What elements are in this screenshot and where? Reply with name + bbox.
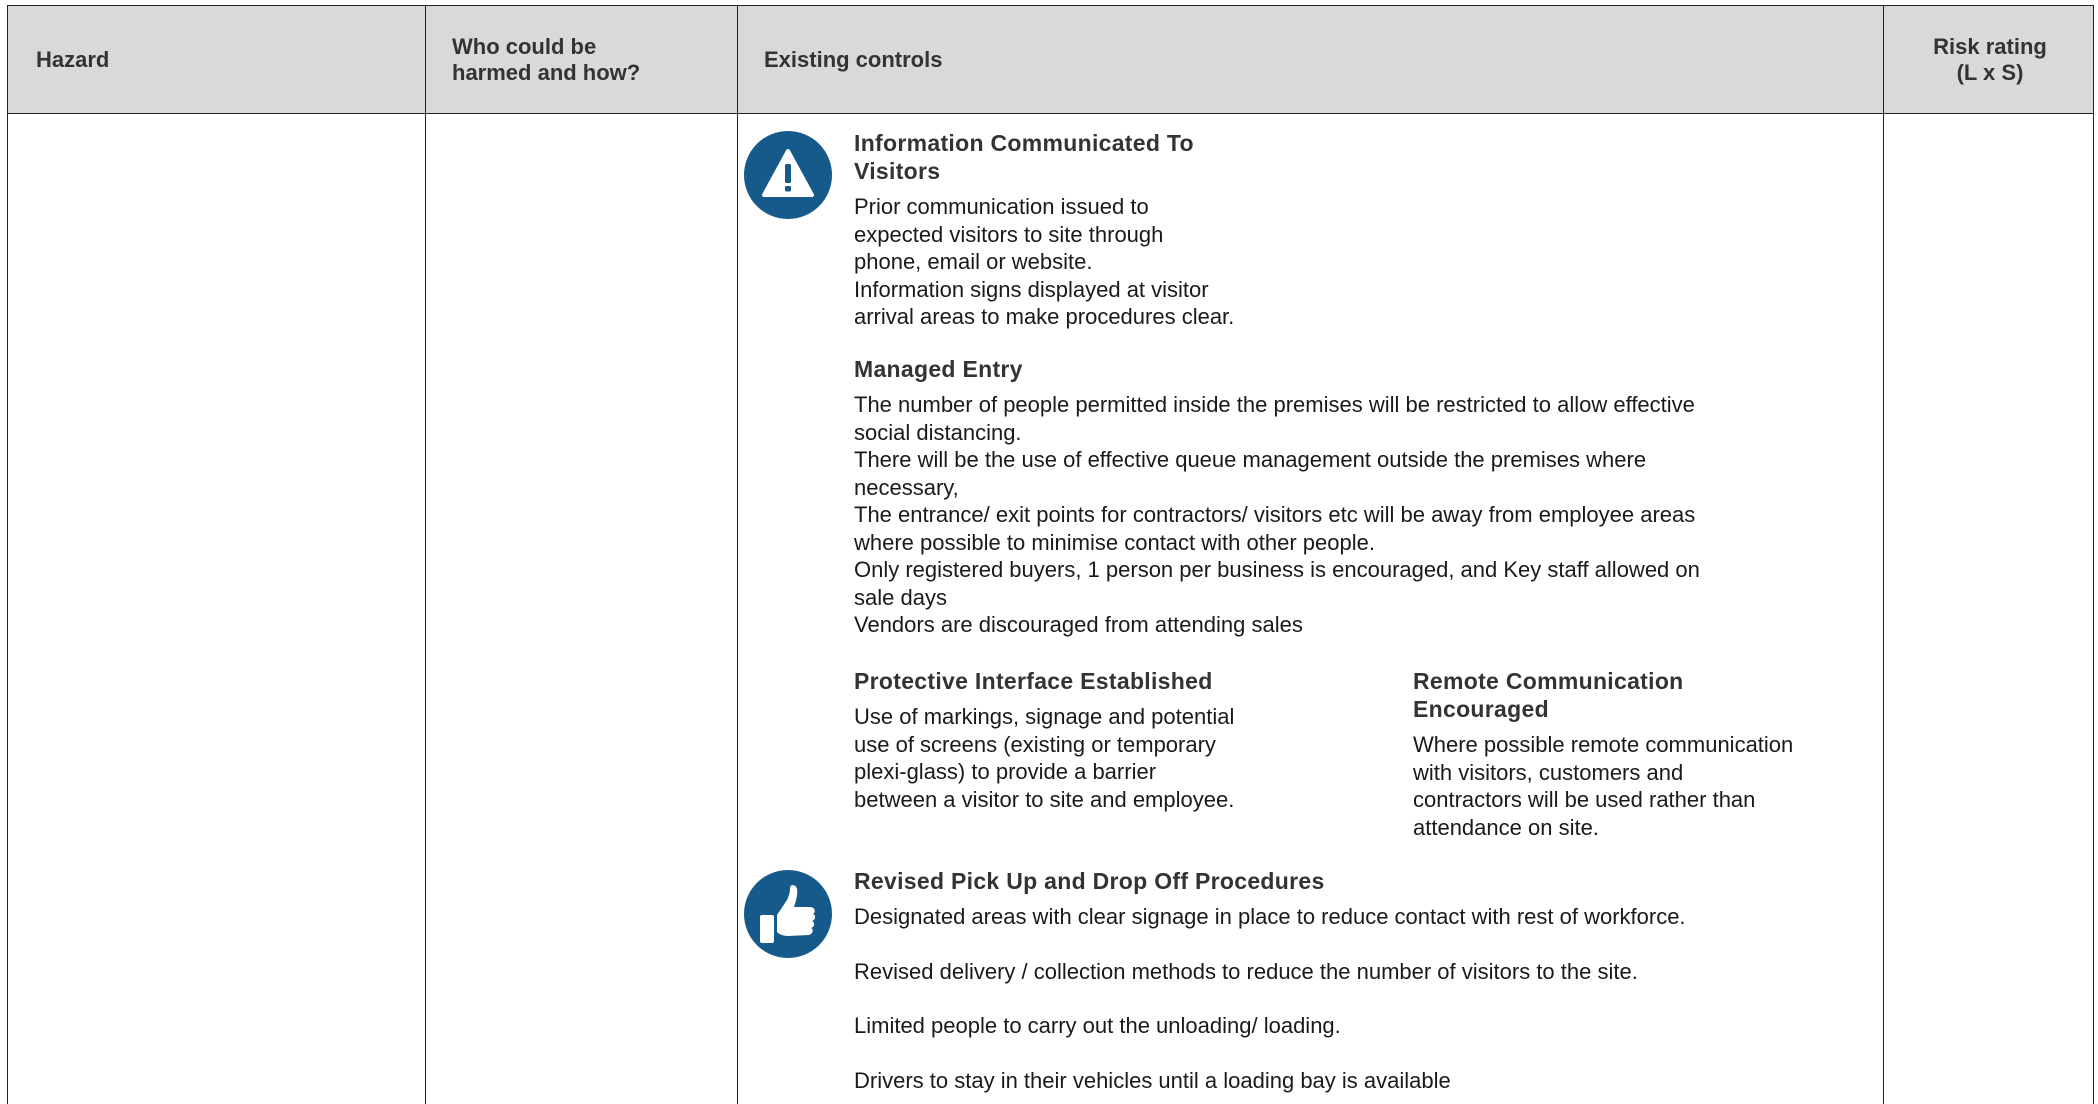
header-risk-line2: (L x S) xyxy=(1956,59,2024,85)
header-risk-line1: Risk rating xyxy=(1933,33,2047,59)
text-line: expected visitors to site through xyxy=(854,221,1164,247)
remote-communication-title: Remote Communication Encouraged xyxy=(1413,668,1684,722)
text-line: plexi-glass) to provide a barrier xyxy=(854,759,1157,784)
text-line: social distancing. xyxy=(854,419,1022,445)
info-communicated-section: Information Communicated To Visitors Pri… xyxy=(854,129,1274,331)
warning-icon xyxy=(744,131,832,219)
header-who-line2: harmed and how? xyxy=(452,59,641,85)
protective-interface-title: Protective Interface Established xyxy=(854,668,1213,694)
text-line: phone, email or website. xyxy=(854,249,1093,274)
text-line: between a visitor to site and employee. xyxy=(854,786,1235,812)
revised-procedures-text: Designated areas with clear signage in p… xyxy=(854,903,1854,1094)
remote-communication-text: Where possible remote communication with… xyxy=(1413,731,1873,841)
text-line: Designated areas with clear signage in p… xyxy=(854,904,1686,929)
text-line: The entrance/ exit points for contractor… xyxy=(854,502,1696,527)
text-line: Revised delivery / collection methods to… xyxy=(854,958,1638,984)
revised-procedures-section: Revised Pick Up and Drop Off Procedures … xyxy=(854,867,1854,1094)
text-line: Vendors are discouraged from attending s… xyxy=(854,612,1303,637)
text-line: Information signs displayed at visitor xyxy=(854,276,1209,302)
protective-interface-section: Protective Interface Established Use of … xyxy=(854,667,1374,813)
text-line: Prior communication issued to xyxy=(854,194,1149,219)
text-line: There will be the use of effective queue… xyxy=(854,447,1647,472)
info-title: Information Communicated To Visitors xyxy=(854,130,1194,184)
text-line: where possible to minimise contact with … xyxy=(854,529,1375,555)
text-line: Only registered buyers, 1 person per bus… xyxy=(854,557,1700,582)
header-who-harmed: Who could be harmed and how? xyxy=(452,6,732,113)
header-risk-rating: Risk rating (L x S) xyxy=(1886,6,2094,113)
risk-assessment-table: Hazard Who could be harmed and how? Exis… xyxy=(7,5,2094,1104)
header-hazard: Hazard xyxy=(36,46,110,72)
header-existing-controls: Existing controls xyxy=(764,46,943,72)
protective-interface-text: Use of markings, signage and potential u… xyxy=(854,703,1374,813)
info-text: Prior communication issued to expected v… xyxy=(854,193,1274,331)
remote-communication-section: Remote Communication Encouraged Where po… xyxy=(1413,667,1873,841)
thumbs-up-icon xyxy=(744,870,832,958)
text-line: Use of markings, signage and potential xyxy=(854,704,1235,729)
text-line: Limited people to carry out the unloadin… xyxy=(854,1013,1341,1038)
text-line: sale days xyxy=(854,584,947,610)
managed-entry-text: The number of people permitted inside th… xyxy=(854,391,1854,639)
column-divider xyxy=(737,6,738,1104)
text-line: necessary, xyxy=(854,474,959,500)
text-line: Drivers to stay in their vehicles until … xyxy=(854,1067,1451,1093)
text-line: contractors will be used rather than xyxy=(1413,787,1756,812)
text-line: Where possible remote communication xyxy=(1413,732,1794,757)
managed-entry-title: Managed Entry xyxy=(854,356,1023,382)
header-who-line1: Who could be xyxy=(452,33,597,59)
column-divider xyxy=(425,6,426,1104)
text-line: arrival areas to make procedures clear. xyxy=(854,304,1235,329)
managed-entry-section: Managed Entry The number of people permi… xyxy=(854,355,1854,639)
text-line: use of screens (existing or temporary xyxy=(854,731,1216,757)
revised-procedures-title: Revised Pick Up and Drop Off Procedures xyxy=(854,868,1325,894)
column-divider xyxy=(1883,6,1884,1104)
text-line: attendance on site. xyxy=(1413,814,1599,840)
text-line: The number of people permitted inside th… xyxy=(854,392,1695,417)
text-line: with visitors, customers and xyxy=(1413,759,1684,785)
table-header-row: Hazard Who could be harmed and how? Exis… xyxy=(8,6,2093,114)
